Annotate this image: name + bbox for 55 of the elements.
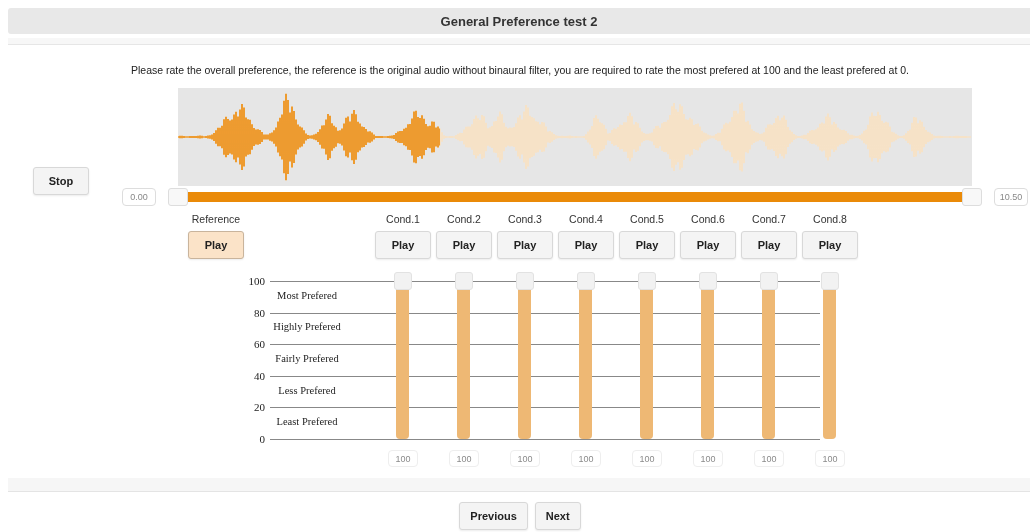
nav-button[interactable]: Previous [459, 502, 528, 530]
play-button[interactable]: Play [802, 231, 858, 259]
axis-tick-label: 100 [248, 274, 265, 288]
end-time-field[interactable]: 10.50 [994, 188, 1028, 206]
instruction-text: Please rate the overall preference, the reference is the original audio without binaural filter, you are required to rate the most prefered at 100 and the least prefered at 0. [129, 63, 911, 77]
condition-label: Cond.6 [691, 212, 725, 226]
rating-band-label: Most Prefered [276, 288, 338, 303]
condition-label: Cond.4 [569, 212, 603, 226]
rating-value-field[interactable]: 100 [510, 450, 540, 467]
axis-tick-label: 20 [254, 400, 265, 415]
rating-band-label: Highly Prefered [272, 320, 342, 335]
page-title: General Preference test 2 [440, 13, 598, 29]
condition-label: Cond.1 [386, 212, 420, 226]
rating-slider-handle[interactable] [699, 272, 717, 290]
rating-value-field[interactable]: 100 [632, 450, 662, 467]
condition-label: Cond.5 [630, 212, 664, 226]
condition-label: Cond.8 [813, 212, 847, 226]
rating-value-field[interactable]: 100 [449, 450, 479, 467]
rating-slider-handle[interactable] [821, 272, 839, 290]
axis-tick-label: 80 [254, 305, 265, 320]
rating-value-field[interactable]: 100 [388, 450, 418, 467]
rating-band-label: Least Prefered [275, 415, 339, 430]
play-button[interactable]: Play [680, 231, 736, 259]
play-button[interactable]: Play [436, 231, 492, 259]
condition-label: Cond.7 [752, 212, 786, 226]
rating-value-field[interactable]: 100 [815, 450, 845, 467]
rating-slider-handle[interactable] [394, 272, 412, 290]
rating-value-field[interactable]: 100 [754, 450, 784, 467]
rating-slider-handle[interactable] [638, 272, 656, 290]
rating-value-field[interactable]: 100 [693, 450, 723, 467]
rating-band-label: Fairly Prefered [274, 352, 340, 366]
axis-tick-label: 40 [254, 368, 265, 383]
range-end-handle[interactable] [962, 188, 982, 206]
rating-slider-handle[interactable] [455, 272, 473, 290]
axis-tick-label: 60 [254, 337, 265, 352]
range-start-handle[interactable] [168, 188, 188, 206]
rating-slider-handle[interactable] [516, 272, 534, 290]
condition-label: Cond.3 [508, 212, 542, 226]
play-button[interactable]: Play [619, 231, 675, 259]
play-button[interactable]: Play [497, 231, 553, 259]
start-time-field[interactable]: 0.00 [122, 188, 156, 206]
play-button[interactable]: Play [375, 231, 431, 259]
rating-value-field[interactable]: 100 [571, 450, 601, 467]
play-button[interactable]: Play [188, 231, 244, 259]
range-slider[interactable] [168, 187, 982, 207]
condition-label: Cond.2 [447, 212, 481, 226]
rating-slider-handle[interactable] [577, 272, 595, 290]
stop-button[interactable]: Stop [33, 167, 89, 195]
rating-slider-handle[interactable] [760, 272, 778, 290]
rating-band-label: Less Prefered [277, 383, 337, 398]
nav-button[interactable]: Next [534, 502, 581, 530]
play-button[interactable]: Play [741, 231, 797, 259]
play-button[interactable]: Play [558, 231, 614, 259]
axis-tick-label: 0 [259, 432, 265, 446]
reference-label: Reference [191, 212, 241, 226]
